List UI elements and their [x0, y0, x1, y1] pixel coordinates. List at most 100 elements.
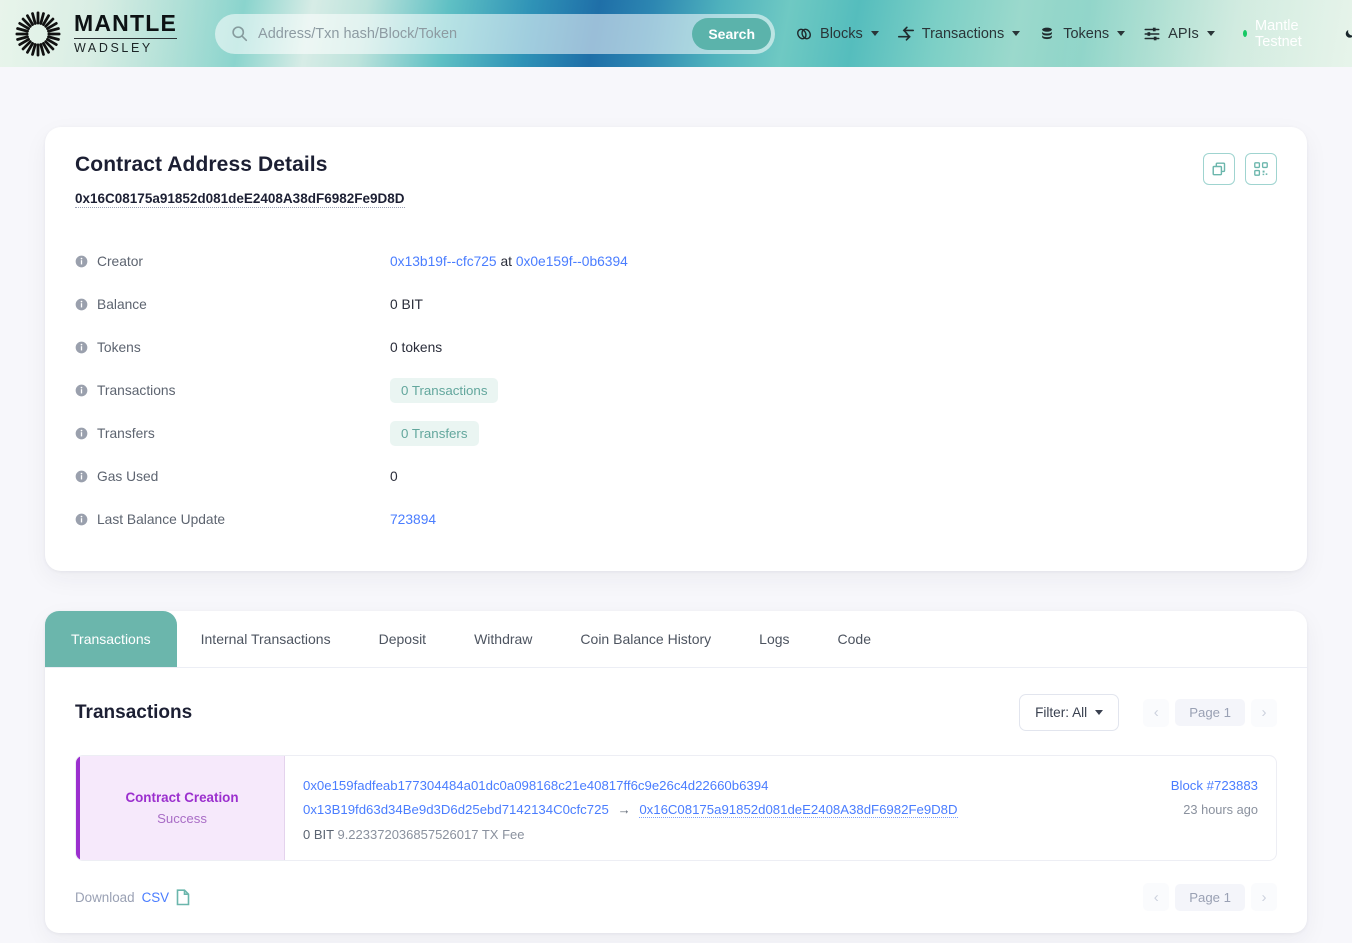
current-page-indicator[interactable]: Page 1: [1175, 883, 1245, 911]
detail-row-balance: Balance 0 BIT: [75, 283, 1277, 326]
detail-value-balance: 0 BIT: [390, 297, 423, 312]
filter-label: Filter: All: [1035, 705, 1088, 720]
chevron-down-icon: [1012, 31, 1021, 36]
tokens-coins-icon: [1042, 27, 1053, 39]
contract-address[interactable]: 0x16C08175a91852d081deE2408A38dF6982Fe9D…: [75, 191, 405, 208]
nav-label-apis: APIs: [1168, 25, 1199, 42]
transaction-age: 23 hours ago: [1183, 802, 1258, 817]
arrow-right-icon: →: [617, 802, 631, 817]
to-address-link[interactable]: 0x16C08175a91852d081deE2408A38dF6982Fe9D…: [639, 802, 958, 818]
transactions-heading: Transactions: [75, 701, 193, 723]
moon-icon[interactable]: [1344, 24, 1352, 43]
detail-label-balance: Balance: [97, 297, 147, 312]
creator-at-text: at: [500, 254, 512, 269]
transactions-panel: Transactions Internal Transactions Depos…: [45, 611, 1307, 933]
nav-item-apis[interactable]: APIs: [1143, 25, 1215, 43]
download-label: Download: [75, 889, 135, 905]
info-icon: [75, 427, 88, 440]
current-page-indicator[interactable]: Page 1: [1175, 699, 1245, 726]
info-icon: [75, 384, 88, 397]
chevron-down-icon: [870, 31, 879, 36]
nav-label-tokens: Tokens: [1063, 25, 1110, 42]
filter-dropdown-button[interactable]: Filter: All: [1019, 694, 1120, 731]
detail-row-tokens: Tokens 0 tokens: [75, 326, 1277, 369]
nav-label-transactions: Transactions: [921, 25, 1005, 42]
detail-value-creator: 0x13b19f--cfc725 at 0x0e159f--0b6394: [390, 254, 628, 269]
file-csv-icon: [176, 888, 190, 905]
detail-label-gas-used: Gas Used: [97, 469, 159, 484]
tab-coin-balance-history[interactable]: Coin Balance History: [556, 611, 735, 667]
transactions-arrows-icon: [897, 26, 914, 41]
transaction-type-label: Contract Creation: [125, 790, 239, 805]
apis-sliders-icon: [1144, 27, 1160, 40]
tab-withdraw[interactable]: Withdraw: [450, 611, 556, 667]
search-input[interactable]: [248, 25, 693, 42]
brand-subtitle: WADSLEY: [74, 41, 153, 56]
nav-item-tokens[interactable]: Tokens: [1038, 25, 1126, 43]
transaction-fee-amount: 9.223372036857526017: [337, 827, 479, 842]
status-badge: Success: [157, 811, 207, 826]
search-bar[interactable]: Search: [215, 13, 776, 54]
detail-label-transactions: Transactions: [97, 383, 176, 398]
prev-page-button[interactable]: ‹: [1143, 698, 1170, 727]
tab-code[interactable]: Code: [814, 611, 895, 667]
network-label: Mantle Testnet: [1255, 17, 1302, 50]
transaction-value: 0 BIT: [303, 827, 334, 842]
transactions-toolbar: Transactions Filter: All ‹ Page 1 ›: [75, 694, 1277, 731]
next-page-button[interactable]: ›: [1251, 698, 1277, 727]
chevron-down-icon: [1095, 710, 1104, 715]
transactions-body: Transactions Filter: All ‹ Page 1 › Cont…: [45, 668, 1307, 933]
tab-internal-transactions[interactable]: Internal Transactions: [177, 611, 355, 667]
card-actions: [1203, 153, 1277, 185]
table-row[interactable]: Contract Creation Success 0x0e159fadfeab…: [75, 755, 1277, 861]
transfers-count-badge[interactable]: 0 Transfers: [390, 421, 479, 446]
brand-name: MANTLE: [74, 12, 178, 40]
detail-label-transfers: Transfers: [97, 426, 155, 441]
detail-label-last-balance-update: Last Balance Update: [97, 512, 226, 527]
info-icon: [75, 470, 88, 483]
nav-label-blocks: Blocks: [820, 25, 863, 42]
page-title: Contract Address Details: [75, 153, 328, 176]
transaction-type-badge[interactable]: Contract Creation Success: [76, 756, 285, 860]
detail-row-gas-used: Gas Used 0: [75, 455, 1277, 498]
network-selector[interactable]: Mantle Testnet: [1242, 17, 1312, 50]
pagination-top: ‹ Page 1 ›: [1143, 698, 1277, 727]
search-icon: [232, 26, 248, 42]
transaction-hash-link[interactable]: 0x0e159fadfeab177304484a01dc0a098168c21e…: [303, 778, 1078, 793]
download-csv-link[interactable]: Download CSV: [75, 888, 190, 906]
from-address-link[interactable]: 0x13B19fd63d34Be9d3D6d25ebd7142134C0cfc7…: [303, 802, 609, 817]
next-page-button[interactable]: ›: [1251, 883, 1277, 911]
detail-row-transfers: Transfers 0 Transfers: [75, 412, 1277, 455]
block-number-link[interactable]: Block #723883: [1171, 778, 1258, 793]
transaction-details: 0x0e159fadfeab177304484a01dc0a098168c21e…: [285, 756, 1096, 860]
creator-address-link[interactable]: 0x13b19f--cfc725: [390, 254, 497, 269]
detail-row-creator: Creator 0x13b19f--cfc725 at 0x0e159f--0b…: [75, 240, 1277, 283]
transaction-fee-line: 0 BIT 9.223372036857526017 TX Fee: [303, 827, 1078, 842]
csv-label: CSV: [141, 889, 170, 905]
nav-item-transactions[interactable]: Transactions: [897, 25, 1021, 43]
chevron-down-icon: [1117, 31, 1126, 36]
nav-item-blocks[interactable]: Blocks: [795, 25, 879, 43]
creator-txn-link[interactable]: 0x0e159f--0b6394: [516, 254, 628, 269]
prev-page-button[interactable]: ‹: [1143, 883, 1170, 911]
last-balance-block-link[interactable]: 723894: [390, 512, 436, 527]
tab-logs[interactable]: Logs: [735, 611, 813, 667]
brand-logo[interactable]: MANTLE WADSLEY: [14, 10, 178, 58]
transaction-meta: Block #723883 23 hours ago: [1096, 756, 1276, 860]
tab-deposit[interactable]: Deposit: [355, 611, 450, 667]
info-icon: [75, 298, 88, 311]
info-icon: [75, 341, 88, 354]
info-icon: [75, 255, 88, 268]
contract-address-details-card: Contract Address Details 0x16C08175a9185…: [45, 127, 1307, 571]
blocks-chain-icon: [797, 28, 812, 39]
qr-code-button[interactable]: [1245, 153, 1277, 185]
search-button[interactable]: Search: [692, 17, 772, 50]
tab-transactions[interactable]: Transactions: [45, 611, 177, 667]
tab-bar: Transactions Internal Transactions Depos…: [45, 611, 1307, 668]
top-header-bar: MANTLE WADSLEY Search Blocks Transaction…: [0, 0, 1352, 67]
transactions-count-badge[interactable]: 0 Transactions: [390, 378, 499, 403]
copy-address-button[interactable]: [1203, 153, 1235, 185]
copy-icon: [1212, 162, 1226, 176]
info-icon: [75, 513, 88, 526]
transaction-fee-suffix: TX Fee: [481, 827, 525, 842]
